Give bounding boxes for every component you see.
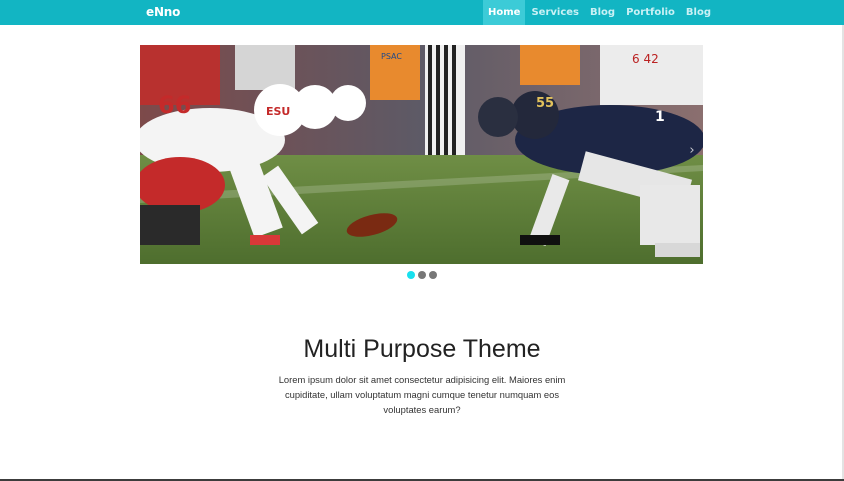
nav-link-services[interactable]: Services [526, 0, 584, 25]
carousel-dot-2[interactable] [418, 271, 426, 279]
nav-link-blog-2[interactable]: Blog [681, 0, 716, 25]
nav-link-blog[interactable]: Blog [585, 0, 620, 25]
carousel-slide-football-photo: PSAC 6 42 ESU 66 55 1 [140, 45, 703, 264]
carousel-indicators [407, 271, 437, 279]
hero-carousel[interactable]: PSAC 6 42 ESU 66 55 1 › [140, 45, 703, 264]
hero-title: Multi Purpose Theme [303, 335, 541, 363]
carousel-dot-1[interactable] [407, 271, 415, 279]
nav-link-home[interactable]: Home [483, 0, 526, 25]
photo-jersey-right-2: 1 [655, 109, 665, 125]
photo-bg-numbers: 6 42 [632, 52, 659, 66]
brand-logo[interactable]: eNno [146, 0, 180, 25]
photo-jersey-right: 55 [536, 96, 554, 111]
nav-link-portfolio[interactable]: Portfolio [621, 0, 680, 25]
photo-banner-text: PSAC [381, 52, 402, 61]
chevron-right-icon[interactable]: › [687, 143, 697, 159]
top-navbar: eNno Home Services Blog Portfolio Blog [0, 0, 844, 25]
photo-jersey-left: 66 [158, 91, 191, 119]
carousel-dot-3[interactable] [429, 271, 437, 279]
nav-links: Home Services Blog Portfolio Blog [483, 0, 716, 25]
hero-description: Lorem ipsum dolor sit amet consectetur a… [278, 374, 566, 415]
photo-helmet-text: ESU [266, 105, 290, 118]
